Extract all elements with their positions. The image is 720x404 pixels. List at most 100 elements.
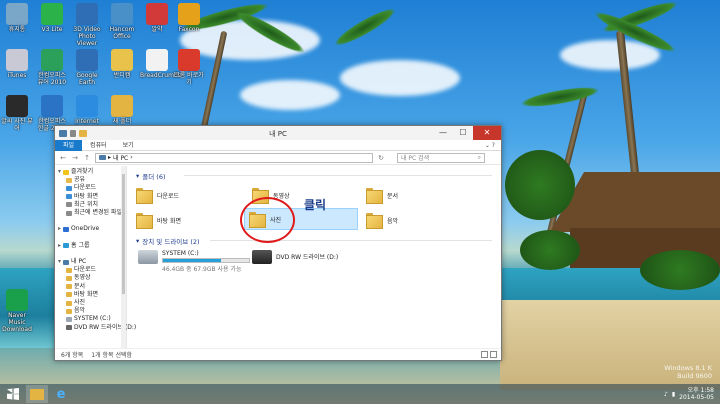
desktop-icon[interactable]: Hancom Office	[105, 3, 139, 40]
folder-desktop[interactable]: 바탕 화면	[136, 213, 181, 229]
desktop-icon-label: 3D Video Photo Viewer	[73, 26, 101, 47]
nav-item-label: 음악	[74, 307, 86, 315]
desktop-icon[interactable]: 새 폴더	[105, 95, 139, 125]
tab-computer[interactable]: 컴퓨터	[82, 140, 115, 151]
nav-item[interactable]: 다운로드	[55, 184, 126, 192]
expand-ribbon-icon[interactable]: ⌄ ?	[485, 142, 495, 149]
nav-item-icon	[66, 210, 72, 216]
devices-header[interactable]: ▾ 장치 및 드라이브 (2)	[136, 236, 200, 246]
app-icon	[41, 49, 63, 71]
content-pane: ▾ 폴더 (6) 다운로드 동영상 문서 바탕 화면 사진 음악 ▾ 장치 및 …	[128, 166, 503, 350]
expander-icon[interactable]: ▸	[58, 242, 61, 250]
nav-item-icon	[66, 284, 72, 290]
desktop-icon[interactable]: Faxcon	[172, 3, 206, 33]
status-bar: 6개 항목 1개 항목 선택함	[55, 348, 501, 360]
desktop-icon[interactable]: Google Earth	[70, 49, 104, 86]
drive-d[interactable]: DVD RW 드라이브 (D:)	[252, 250, 338, 264]
desktop-icon-label: Google Earth	[76, 72, 98, 86]
app-icon	[178, 3, 200, 25]
desktop-icon[interactable]: 알씨 사진 뷰어	[0, 95, 34, 132]
search-input[interactable]: 내 PC 검색 ⌕	[397, 152, 485, 163]
nav-item[interactable]: ▸ OneDrive	[55, 225, 126, 233]
minimize-button[interactable]: —	[433, 126, 453, 140]
nav-scrollbar[interactable]	[121, 166, 126, 350]
forward-button[interactable]: →	[71, 154, 79, 162]
nav-item-icon	[66, 202, 72, 208]
nav-item[interactable]: ▸ 홈 그룹	[55, 242, 126, 250]
drive-c[interactable]: SYSTEM (C:) 46.4GB 중 67.9GB 사용 가능	[138, 250, 250, 273]
title-bar[interactable]: 내 PC — ☐ ✕	[55, 126, 501, 140]
tiles-view-button[interactable]	[490, 351, 497, 358]
desktop-icon[interactable]: 반디캠	[105, 49, 139, 79]
nav-item-label: 동영상	[74, 274, 91, 282]
path-segment[interactable]: 내 PC	[113, 153, 128, 162]
details-view-button[interactable]	[481, 351, 488, 358]
app-icon	[6, 95, 28, 117]
collapse-icon: ▾	[136, 172, 140, 180]
selected-count: 1개 항목 선택함	[91, 352, 133, 359]
nav-item[interactable]: 바탕 화면	[55, 291, 126, 299]
clock[interactable]: 오후 1:58 2014-05-05	[679, 387, 714, 401]
up-button[interactable]: ↑	[83, 154, 91, 162]
desktop-icon[interactable]: iTunes	[0, 49, 34, 79]
app-icon	[111, 49, 133, 71]
nav-item[interactable]: SYSTEM (C:)	[55, 315, 126, 323]
desktop-icon[interactable]: 알약	[140, 3, 174, 33]
nav-item-icon	[63, 226, 70, 232]
folder-downloads[interactable]: 다운로드	[136, 188, 179, 204]
ribbon-tabs: 파일 컴퓨터 보기 ⌄ ?	[55, 139, 501, 151]
tab-file[interactable]: 파일	[55, 139, 83, 151]
tab-view[interactable]: 보기	[115, 140, 142, 151]
desktop-icon-label: 한컴오피스 뷰어 2010	[37, 72, 67, 86]
nav-item[interactable]: 바탕 화면	[55, 193, 126, 201]
nav-item-icon	[66, 292, 72, 298]
expander-icon[interactable]: ▾	[58, 258, 61, 266]
nav-item[interactable]: 문서	[55, 283, 126, 291]
desktop-icon[interactable]: 한컴오피스 뷰어 2010	[35, 49, 69, 86]
expander-icon[interactable]: ▸	[58, 225, 61, 233]
nav-item[interactable]: 음악	[55, 307, 126, 315]
highlight-circle	[240, 197, 295, 243]
nav-item[interactable]: DVD RW 드라이브 (D:)	[55, 324, 136, 332]
address-bar[interactable]: ▸ 내 PC ›	[95, 152, 373, 163]
nav-item[interactable]: 동영상	[55, 274, 126, 282]
expander-icon[interactable]: ▾	[58, 168, 61, 176]
desktop-icon-label: BreadCrumbs	[140, 72, 181, 79]
taskbar-ie[interactable]: e	[50, 385, 72, 403]
network-icon[interactable]: ▮	[672, 391, 675, 398]
desktop-icon-label: iTunes	[7, 72, 27, 79]
nav-item-label: 사진	[74, 299, 86, 306]
folder-music[interactable]: 음악	[366, 213, 398, 229]
folders-header[interactable]: ▾ 폴더 (6)	[136, 171, 166, 181]
desktop-icon[interactable]: 휴지통	[0, 3, 34, 33]
desktop-icon[interactable]: BreadCrumbs	[140, 49, 181, 79]
nav-item[interactable]: ▾ 즐겨찾기	[55, 168, 126, 176]
close-button[interactable]: ✕	[473, 126, 501, 140]
search-placeholder: 내 PC 검색	[401, 155, 430, 162]
nav-item-icon	[66, 267, 72, 273]
desktop-icon[interactable]: 크롬 바로가기	[172, 49, 206, 86]
nav-item-icon	[66, 177, 72, 183]
app-icon	[146, 49, 168, 71]
folder-documents[interactable]: 문서	[366, 188, 398, 204]
taskbar-explorer[interactable]	[26, 385, 48, 403]
desktop-icon[interactable]: V3 Lite	[35, 3, 69, 33]
nav-item-label: 바탕 화면	[74, 192, 98, 200]
refresh-button[interactable]: ↻	[377, 154, 385, 162]
maximize-button[interactable]: ☐	[453, 126, 473, 140]
desktop-icon-label: 크롬 바로가기	[174, 72, 204, 86]
app-icon	[6, 3, 28, 25]
nav-item[interactable]: 최근 위치	[55, 201, 126, 209]
desktop-icon[interactable]: Naver Music Download	[0, 289, 34, 333]
nav-item[interactable]: 사진	[55, 299, 126, 307]
nav-item[interactable]: 최근에 변경된 파일	[55, 209, 126, 217]
start-button[interactable]	[2, 385, 24, 403]
nav-item-icon	[66, 194, 72, 200]
app-icon	[41, 3, 63, 25]
explorer-window[interactable]: 내 PC — ☐ ✕ 파일 컴퓨터 보기 ⌄ ? ← → ↑ ▸ 내 PC › …	[54, 125, 502, 361]
desktop-icon[interactable]: 3D Video Photo Viewer	[70, 3, 104, 47]
back-button[interactable]: ←	[59, 154, 67, 162]
volume-icon[interactable]: ♪	[664, 391, 668, 398]
